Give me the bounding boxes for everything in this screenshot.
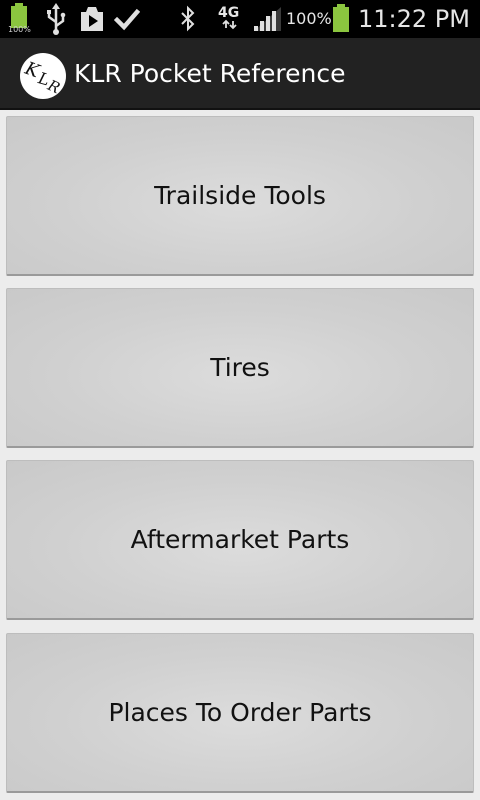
logo-letters: K L R (21, 58, 63, 98)
play-store-icon (78, 0, 106, 38)
places-to-order-parts-button[interactable]: Places To Order Parts (6, 633, 474, 793)
aftermarket-parts-button[interactable]: Aftermarket Parts (6, 460, 474, 620)
app-logo[interactable]: K L R (20, 53, 66, 99)
status-bar: 100% 4G 100% 11:22 PM (0, 0, 480, 38)
action-bar: K L R KLR Pocket Reference (0, 38, 480, 110)
menu-item-label: Aftermarket Parts (130, 525, 350, 554)
menu-item-label: Places To Order Parts (108, 698, 372, 727)
clock: 11:22 PM (358, 5, 470, 33)
signal-icon (252, 0, 284, 38)
tires-button[interactable]: Tires (6, 288, 474, 448)
menu-list: Trailside Tools Tires Aftermarket Parts … (0, 110, 480, 800)
battery-percent: 100% (286, 9, 332, 28)
trailside-tools-button[interactable]: Trailside Tools (6, 116, 474, 276)
battery-full-icon: 100% (6, 0, 32, 38)
menu-item-label: Trailside Tools (154, 181, 326, 210)
battery-left-label: 100% (8, 25, 31, 34)
battery-charging-icon (330, 0, 352, 38)
usb-icon (44, 0, 68, 38)
menu-item-label: Tires (210, 353, 270, 382)
check-icon (113, 0, 141, 38)
data-arrows-icon (220, 0, 240, 38)
bluetooth-icon (178, 0, 198, 38)
app-title: KLR Pocket Reference (74, 59, 346, 88)
